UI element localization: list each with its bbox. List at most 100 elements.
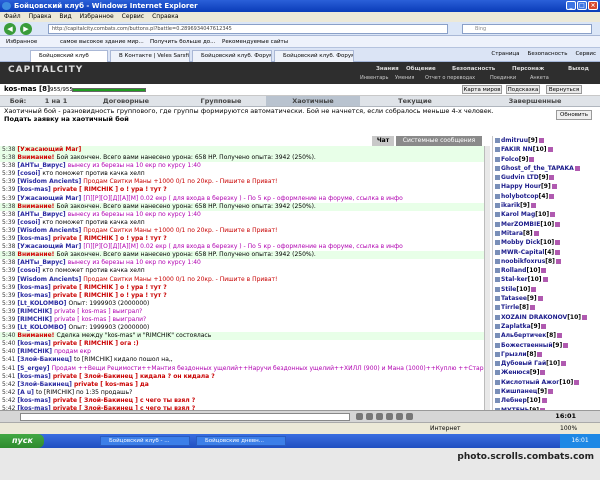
user-list-item[interactable]: Karol Mag[10] xyxy=(493,210,600,219)
user-name[interactable]: Stal-ker xyxy=(501,276,528,283)
user-name[interactable]: Альбертичек xyxy=(501,332,546,339)
favorite-link-3[interactable]: Рекомендуемые сайты xyxy=(222,36,288,48)
message-author[interactable]: [kos-mas] xyxy=(17,235,52,242)
tab-finished[interactable]: Завершенные xyxy=(470,96,600,106)
user-name[interactable]: XOZAIN DRAKONOV xyxy=(501,314,567,321)
info-icon[interactable] xyxy=(529,305,535,311)
nav-battles[interactable]: Поединки xyxy=(490,75,516,81)
info-icon[interactable] xyxy=(555,240,561,246)
message-author[interactable]: [RIMCHIK] xyxy=(17,308,54,315)
menu-favorites[interactable]: Избранное xyxy=(80,12,114,22)
message-author[interactable]: [A u] xyxy=(17,389,36,396)
nav-profile[interactable]: Анкета xyxy=(530,75,549,81)
user-list-item[interactable]: ikarik[9] xyxy=(493,201,600,210)
nav-skills[interactable]: Умения xyxy=(395,75,414,81)
nav-security[interactable]: Безопасность xyxy=(452,66,495,72)
tab-combats[interactable]: Бойцовский клуб xyxy=(30,50,108,62)
user-name[interactable]: FAKIR NN xyxy=(501,146,533,153)
nav-exit[interactable]: Выход xyxy=(568,66,589,72)
user-name[interactable]: Gudvin LTD xyxy=(501,174,539,181)
info-icon[interactable] xyxy=(555,258,561,264)
search-input[interactable]: Bing xyxy=(462,24,592,34)
clear-icon[interactable] xyxy=(376,413,383,420)
info-icon[interactable] xyxy=(542,277,548,283)
back-icon[interactable]: ◀ xyxy=(4,23,16,35)
menu-edit[interactable]: Правка xyxy=(29,12,52,22)
message-author[interactable]: [kos-mas] xyxy=(17,292,52,299)
user-name[interactable]: Stile xyxy=(501,286,516,293)
page-menu[interactable]: Страница xyxy=(491,51,519,57)
message-author[interactable]: Внимание! xyxy=(17,332,56,339)
user-name[interactable]: holybotcop xyxy=(501,193,539,200)
user-name[interactable]: Ghost_of_the_TAPAKA xyxy=(501,165,574,172)
user-name[interactable]: Folco xyxy=(501,156,519,163)
info-icon[interactable] xyxy=(548,389,554,395)
tab-group[interactable]: Групповые xyxy=(176,96,266,106)
user-name[interactable]: Rolland xyxy=(501,267,526,274)
info-icon[interactable] xyxy=(574,165,580,171)
tools-menu[interactable]: Сервис xyxy=(575,51,596,57)
user-list-item[interactable]: XOZAIN DRAKONOV[10] xyxy=(493,313,600,322)
user-list-item[interactable]: Stile[10] xyxy=(493,285,600,294)
info-icon[interactable] xyxy=(555,249,561,255)
nav-character[interactable]: Персонаж xyxy=(512,66,544,72)
message-author[interactable]: [kos-mas] xyxy=(17,340,52,347)
tab-system-messages[interactable]: Системные сообщения xyxy=(396,136,482,146)
back-button[interactable]: Вернуться xyxy=(546,85,582,94)
user-list-item[interactable]: Tatasee[9] xyxy=(493,294,600,303)
message-author[interactable]: [kos-mas] xyxy=(17,373,52,380)
message-author[interactable]: [Злой-Бакинец] xyxy=(17,356,74,363)
user-name[interactable]: Mobby Dick xyxy=(501,239,540,246)
favorite-link-2[interactable]: Получить больше до... xyxy=(150,36,215,48)
user-name[interactable]: Божественный xyxy=(501,342,553,349)
close-button[interactable]: × xyxy=(588,1,598,10)
user-list-item[interactable]: Грызли[8] xyxy=(493,350,600,359)
info-icon[interactable] xyxy=(538,138,544,143)
message-author[interactable]: Внимание! xyxy=(17,203,56,210)
info-icon[interactable] xyxy=(549,175,555,181)
info-icon[interactable] xyxy=(531,286,537,292)
user-list-item[interactable]: Rolland[10] xyxy=(493,266,600,275)
tab-chaotic[interactable]: Хаотичные xyxy=(266,96,360,106)
info-icon[interactable] xyxy=(550,212,556,218)
user-name[interactable]: noobikfoxrus xyxy=(501,258,545,265)
user-list-item[interactable]: Mobby Dick[10] xyxy=(493,238,600,247)
user-list-item[interactable]: Дубовый Гай[10] xyxy=(493,359,600,368)
message-author[interactable]: [Wisdom Ancients] xyxy=(17,178,83,185)
user-list-item[interactable]: Альбертичек[8] xyxy=(493,331,600,340)
menu-tools[interactable]: Сервис xyxy=(122,12,144,22)
user-name[interactable]: Tatasee xyxy=(501,295,527,302)
user-name[interactable]: MerZOMBIE xyxy=(501,221,540,228)
info-icon[interactable] xyxy=(549,193,555,199)
user-list-item[interactable]: Stal-ker[10] xyxy=(493,275,600,284)
message-author[interactable]: [kos-mas] xyxy=(17,284,52,291)
world-map-button[interactable]: Карта миров xyxy=(462,85,502,94)
message-author[interactable]: [Wisdom Ancients] xyxy=(17,227,83,234)
hint-button[interactable]: Подсказка xyxy=(506,85,540,94)
sound-icon[interactable] xyxy=(396,413,403,420)
minimize-button[interactable]: _ xyxy=(566,1,576,10)
message-author[interactable]: [Злой-Бакинец] xyxy=(17,381,74,388)
taskbar-item-2[interactable]: Бойцовские дневн... xyxy=(196,436,286,446)
user-name[interactable]: Грызли xyxy=(501,351,527,358)
info-icon[interactable] xyxy=(541,268,547,274)
user-name[interactable]: Mitara xyxy=(501,230,523,237)
user-name[interactable]: MWR-Capital xyxy=(501,249,544,256)
user-list-item[interactable]: Кислотный Ажог[10] xyxy=(493,378,600,387)
user-list-item[interactable]: Женюся[9] xyxy=(493,368,600,377)
favorite-link-1[interactable]: самое высокое здание мир... xyxy=(60,36,144,48)
user-list-item[interactable]: Happy Hour[9] xyxy=(493,182,600,191)
tab-forum-1[interactable]: Бойцовский клуб. Форум: ... xyxy=(192,50,272,62)
info-icon[interactable] xyxy=(557,333,562,339)
forward-icon[interactable]: ▶ xyxy=(20,23,32,35)
user-list-item[interactable]: dmitruu[9] xyxy=(493,136,600,145)
user-list-item[interactable]: Лебнер[10] xyxy=(493,396,600,405)
info-icon[interactable] xyxy=(541,398,547,404)
tab-chat[interactable]: Чат xyxy=(372,136,394,146)
user-list-item[interactable]: MWR-Capital[4] xyxy=(493,248,600,257)
message-author[interactable]: [АНТы_Вирус] xyxy=(17,211,67,218)
user-name[interactable]: Женюся xyxy=(501,369,530,376)
chat-scrollbar[interactable] xyxy=(484,146,490,410)
nav-knowledge[interactable]: Знания xyxy=(376,66,399,72)
message-author[interactable]: [kos-mas] xyxy=(17,397,52,404)
